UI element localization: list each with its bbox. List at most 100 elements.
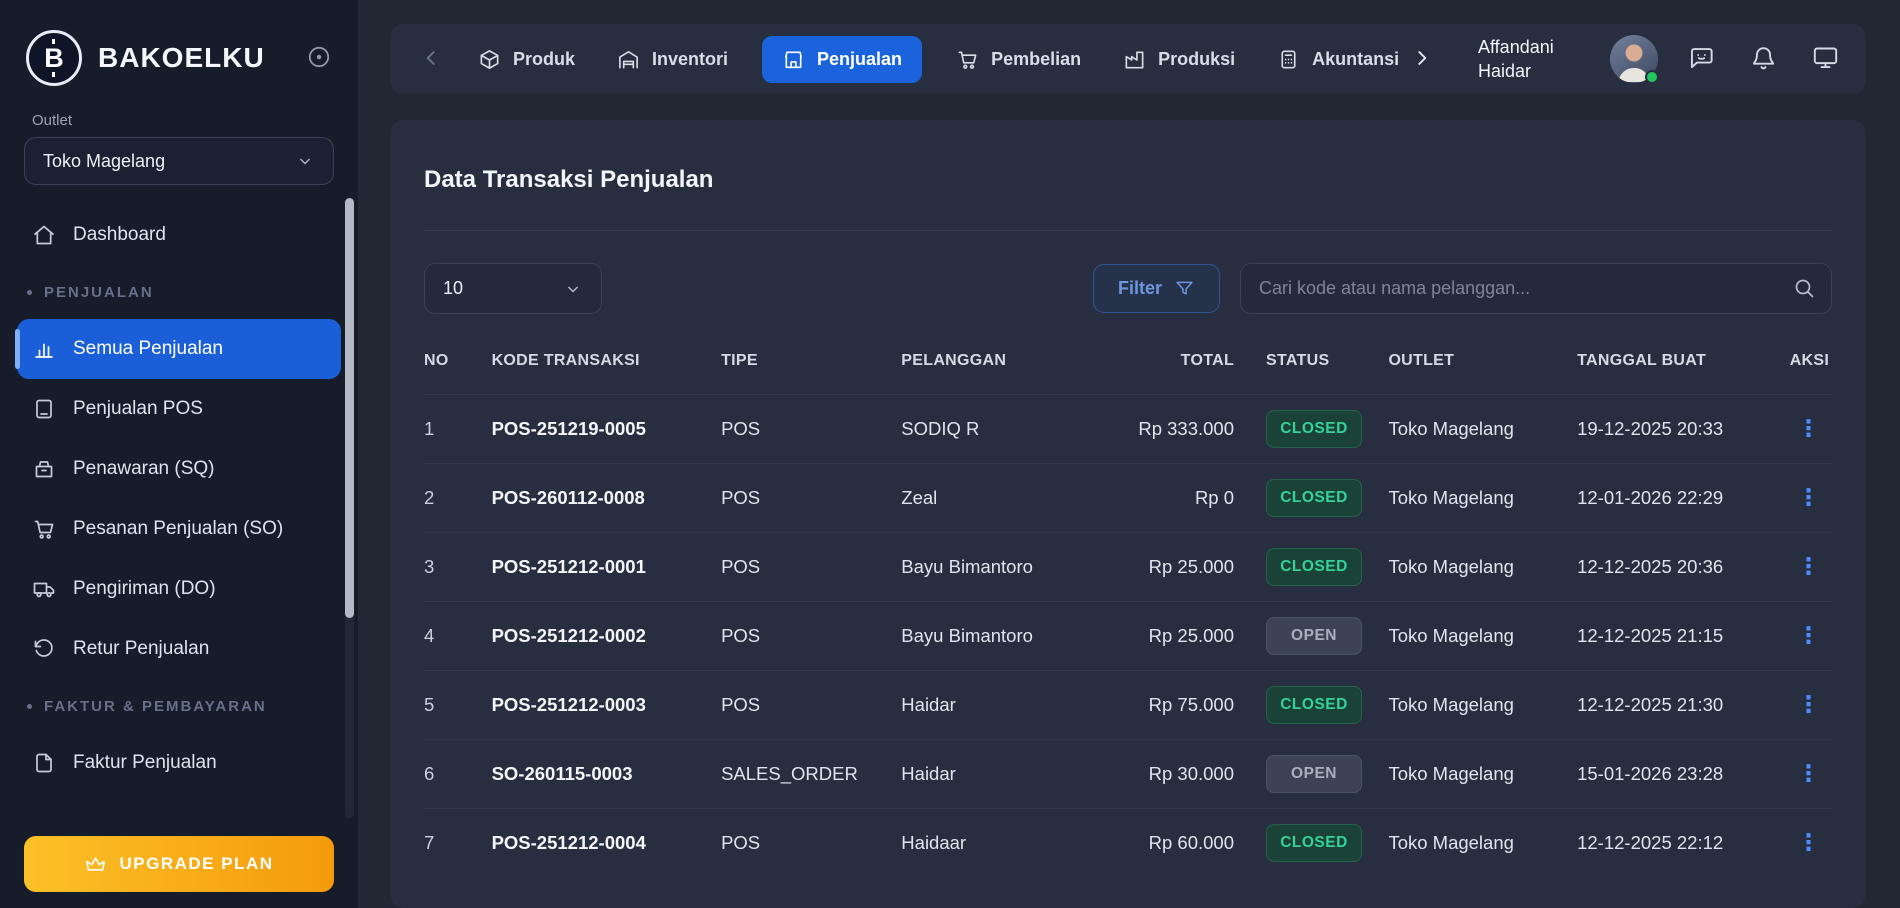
status-badge: CLOSED	[1266, 548, 1362, 586]
table-row[interactable]: 6 SO-260115-0003 SALES_ORDER Haidar Rp 3…	[424, 740, 1832, 809]
sidebar-item-label: Semua Penjualan	[73, 338, 223, 360]
kebab-menu-icon: ⋮	[1797, 415, 1820, 441]
target-circle-icon	[306, 44, 332, 70]
cell-pelanggan: Haidaar	[901, 809, 1107, 878]
upgrade-plan-button[interactable]: UPGRADE PLAN	[24, 836, 334, 892]
row-actions-button[interactable]: ⋮	[1793, 624, 1824, 647]
return-icon	[32, 637, 56, 661]
sidebar-item-penawaran-sq[interactable]: Penawaran (SQ)	[17, 439, 341, 499]
tab-inventori[interactable]: Inventori	[609, 36, 736, 83]
table-row[interactable]: 4 POS-251212-0002 POS Bayu Bimantoro Rp …	[424, 602, 1832, 671]
tab-produksi[interactable]: Produksi	[1115, 36, 1243, 83]
sidebar-item-label: Faktur Penjualan	[73, 752, 217, 774]
chat-button[interactable]	[1686, 44, 1716, 74]
chevron-down-icon	[563, 279, 583, 299]
monitor-icon	[1812, 44, 1839, 71]
crown-icon	[84, 853, 107, 876]
table-row[interactable]: 1 POS-251219-0005 POS SODIQ R Rp 333.000…	[424, 395, 1832, 464]
sidebar-item-label: Dashboard	[73, 224, 166, 246]
cell-no: 4	[424, 602, 492, 671]
factory-icon	[1123, 48, 1146, 71]
row-actions-button[interactable]: ⋮	[1793, 762, 1824, 785]
cell-pelanggan: Haidar	[901, 740, 1107, 809]
table-row[interactable]: 2 POS-260112-0008 POS Zeal Rp 0 CLOSED T…	[424, 464, 1832, 533]
warehouse-icon	[617, 48, 640, 71]
cell-no: 2	[424, 464, 492, 533]
cell-aksi: ⋮	[1790, 533, 1832, 602]
search-input[interactable]	[1240, 263, 1832, 314]
table-row[interactable]: 3 POS-251212-0001 POS Bayu Bimantoro Rp …	[424, 533, 1832, 602]
cell-status: OPEN	[1242, 602, 1388, 671]
cell-outlet: Toko Magelang	[1388, 533, 1577, 602]
cell-no: 7	[424, 809, 492, 878]
sidebar-item-pengiriman-do[interactable]: Pengiriman (DO)	[17, 559, 341, 619]
sidebar-scrollbar[interactable]	[345, 198, 354, 818]
cell-tipe: POS	[721, 602, 901, 671]
sidebar: B BAKOELKU Outlet Toko Magelang Dashboar…	[0, 0, 358, 908]
cell-total: Rp 25.000	[1107, 533, 1242, 602]
tab-pembelian[interactable]: Pembelian	[948, 36, 1089, 83]
cell-kode: SO-260115-0003	[492, 740, 722, 809]
transactions-table: NO KODE TRANSAKSI TIPE PELANGGAN TOTAL S…	[424, 324, 1832, 878]
sidebar-item-retur-penjualan[interactable]: Retur Penjualan	[17, 619, 341, 679]
topbar: Produk Inventori Penjualan Pembelian Pro…	[390, 24, 1866, 94]
sidebar-collapse-button[interactable]	[304, 43, 334, 73]
card-head: Data Transaksi Penjualan	[424, 120, 1832, 231]
status-badge: CLOSED	[1266, 686, 1362, 724]
tab-penjualan[interactable]: Penjualan	[762, 36, 922, 83]
cell-tanggal: 12-12-2025 21:30	[1577, 671, 1790, 740]
kebab-menu-icon: ⋮	[1797, 484, 1820, 510]
row-actions-button[interactable]: ⋮	[1793, 693, 1824, 716]
row-actions-button[interactable]: ⋮	[1793, 555, 1824, 578]
row-actions-button[interactable]: ⋮	[1793, 417, 1824, 440]
sidebar-item-label: Penawaran (SQ)	[73, 458, 215, 480]
tabs-scroll-left-button[interactable]	[416, 44, 446, 74]
cell-status: CLOSED	[1242, 533, 1388, 602]
cash-register-icon	[32, 457, 56, 481]
page-title: Data Transaksi Penjualan	[424, 166, 1832, 194]
section-bullet	[27, 290, 32, 295]
cell-aksi: ⋮	[1790, 671, 1832, 740]
cell-pelanggan: Bayu Bimantoro	[901, 533, 1107, 602]
table-row[interactable]: 7 POS-251212-0004 POS Haidaar Rp 60.000 …	[424, 809, 1832, 878]
sidebar-item-label: Pengiriman (DO)	[73, 578, 216, 600]
online-status-dot	[1645, 70, 1659, 84]
sidebar-item-penjualan-pos[interactable]: Penjualan POS	[17, 379, 341, 439]
filter-button[interactable]: Filter	[1093, 264, 1220, 313]
scrollbar-thumb[interactable]	[345, 198, 354, 618]
cell-pelanggan: Zeal	[901, 464, 1107, 533]
tabs-scroll-right-button[interactable]	[1407, 44, 1437, 74]
cell-kode: POS-251212-0001	[492, 533, 722, 602]
cell-total: Rp 333.000	[1107, 395, 1242, 464]
search-wrap	[1240, 263, 1832, 314]
cell-kode: POS-251212-0004	[492, 809, 722, 878]
sidebar-item-pesanan-penjualan-so[interactable]: Pesanan Penjualan (SO)	[17, 499, 341, 559]
tab-akuntansi[interactable]: Akuntansi	[1269, 36, 1407, 83]
sidebar-item-dashboard[interactable]: Dashboard	[17, 205, 341, 265]
notifications-button[interactable]	[1748, 44, 1778, 74]
bar-chart-icon	[32, 337, 56, 361]
sidebar-item-semua-penjualan[interactable]: Semua Penjualan	[17, 319, 341, 379]
cell-kode: POS-251219-0005	[492, 395, 722, 464]
status-badge: CLOSED	[1266, 410, 1362, 448]
sidebar-item-faktur-penjualan[interactable]: Faktur Penjualan	[17, 733, 341, 793]
main-area: Produk Inventori Penjualan Pembelian Pro…	[358, 0, 1900, 908]
chat-icon	[1688, 44, 1715, 71]
row-actions-button[interactable]: ⋮	[1793, 831, 1824, 854]
cell-tanggal: 12-12-2025 21:15	[1577, 602, 1790, 671]
kebab-menu-icon: ⋮	[1797, 691, 1820, 717]
user-avatar[interactable]	[1610, 35, 1658, 83]
row-actions-button[interactable]: ⋮	[1793, 486, 1824, 509]
col-tipe: TIPE	[721, 324, 901, 395]
tab-produk[interactable]: Produk	[470, 36, 583, 83]
cell-outlet: Toko Magelang	[1388, 395, 1577, 464]
table-row[interactable]: 5 POS-251212-0003 POS Haidar Rp 75.000 C…	[424, 671, 1832, 740]
display-button[interactable]	[1810, 44, 1840, 74]
cell-status: CLOSED	[1242, 809, 1388, 878]
outlet-select[interactable]: Toko Magelang	[24, 137, 334, 185]
cell-aksi: ⋮	[1790, 740, 1832, 809]
page-size-select[interactable]: 10	[424, 263, 602, 314]
cell-tipe: POS	[721, 671, 901, 740]
user-name: Affandani Haidar	[1478, 35, 1590, 84]
cell-tanggal: 19-12-2025 20:33	[1577, 395, 1790, 464]
